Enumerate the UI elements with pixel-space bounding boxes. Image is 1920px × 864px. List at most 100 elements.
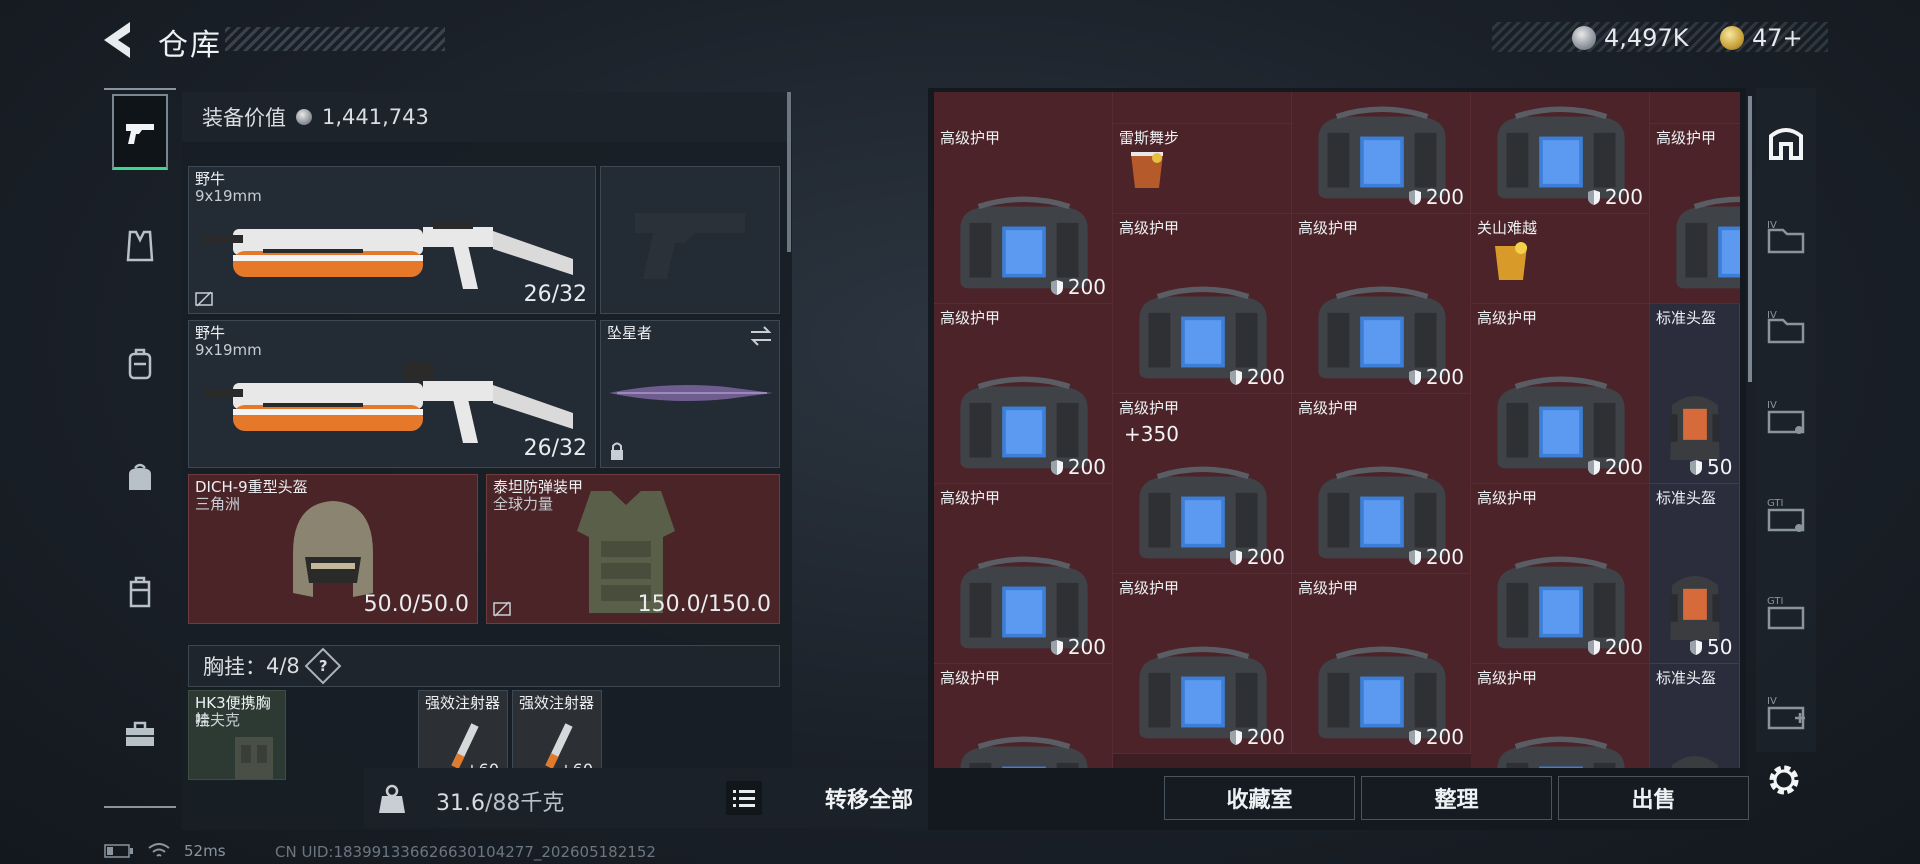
category-toolbox[interactable] bbox=[112, 696, 168, 772]
current-weight: 31.6 bbox=[436, 791, 485, 816]
container-iv-plus-icon: IV bbox=[1767, 696, 1805, 730]
chest-rig-brand: 哈夫克 bbox=[195, 711, 241, 729]
category-nav bbox=[104, 88, 176, 808]
item-name: 高级护甲 bbox=[940, 669, 1001, 687]
armor-brand: 全球力量 bbox=[493, 495, 554, 513]
helmet-slot[interactable]: DICH-9重型头盔 三角洲 50.0/50.0 bbox=[188, 474, 478, 624]
secondary-weapon-slot[interactable] bbox=[600, 166, 780, 314]
storage-item-armor[interactable]: 高级护甲 bbox=[934, 664, 1113, 768]
toolbox-icon bbox=[126, 721, 154, 746]
top-item-value: +350 bbox=[1124, 422, 1179, 446]
equipment-value-label: 装备价值 bbox=[202, 106, 286, 130]
silver-amount: 4,497K bbox=[1604, 24, 1689, 52]
equipment-panel: 装备价值 1,441,743 野牛 9x19mm 26/32 野牛 9x19mm bbox=[182, 92, 974, 830]
storage-actions: 收藏室 整理 出售 bbox=[1164, 776, 1749, 820]
svg-text:GTI: GTI bbox=[1767, 596, 1783, 607]
vest-icon bbox=[126, 230, 154, 262]
gold-currency[interactable]: 47+ bbox=[1720, 24, 1803, 52]
ammo-count: 26/32 bbox=[523, 436, 587, 461]
container-iv-icon: IV bbox=[1767, 400, 1805, 434]
lock-icon bbox=[611, 442, 623, 460]
settings-gear-icon[interactable] bbox=[1764, 760, 1804, 800]
silver-currency[interactable]: 4,497K bbox=[1572, 24, 1688, 52]
gold-coin-icon bbox=[1720, 26, 1744, 50]
weight-icon bbox=[379, 784, 405, 813]
collection-room-button[interactable]: 收藏室 bbox=[1164, 776, 1355, 820]
container-nav: IV IV IV GTI GTI IV bbox=[1756, 88, 1816, 752]
battery-icon bbox=[104, 844, 133, 858]
category-bag[interactable] bbox=[112, 440, 168, 516]
category-case[interactable] bbox=[112, 554, 168, 630]
bag-icon bbox=[129, 463, 151, 490]
list-view-button[interactable] bbox=[726, 781, 762, 815]
injector-name: 强效注射器 bbox=[425, 694, 501, 712]
svg-text:IV: IV bbox=[1767, 696, 1777, 707]
container-iv-icon: IV bbox=[1767, 310, 1805, 344]
help-icon[interactable]: ? bbox=[304, 647, 342, 685]
chest-rig-slot[interactable]: HK3便携胸挂 哈夫克 bbox=[188, 690, 286, 780]
melee-weapon-slot[interactable]: 坠星者 bbox=[600, 320, 780, 468]
storage-item-top[interactable] bbox=[934, 92, 1113, 128]
category-vest[interactable] bbox=[112, 208, 168, 284]
storage-grid: 高级护甲 200 高级护甲 200 高级护甲 200 高级护甲 雷斯舞步 高级护甲 200 高级护甲… bbox=[934, 92, 1740, 768]
equipment-scrollbar[interactable] bbox=[787, 92, 791, 252]
sell-button[interactable]: 出售 bbox=[1558, 776, 1749, 820]
chest-rig-bar: 胸挂： 4/8 ? bbox=[188, 645, 780, 687]
backpack-icon bbox=[128, 348, 152, 380]
organize-button[interactable]: 整理 bbox=[1361, 776, 1552, 820]
container-iv-icon: IV bbox=[1767, 220, 1805, 254]
item-value: 200 bbox=[1050, 455, 1106, 479]
page-title: 仓库 bbox=[158, 28, 222, 63]
storage-scrollbar[interactable] bbox=[1748, 96, 1752, 382]
storage-item-armor[interactable]: 高级护甲 200 bbox=[934, 304, 1113, 484]
chest-item-injector-2[interactable]: 强效注射器 +60 bbox=[512, 690, 602, 780]
gold-amount: 47+ bbox=[1752, 24, 1803, 52]
item-name: 高级护甲 bbox=[940, 309, 1001, 327]
armor-bag-image bbox=[949, 732, 1099, 768]
side-nav-container-6[interactable]: IV bbox=[1762, 688, 1810, 736]
side-nav-container-4[interactable]: GTI bbox=[1762, 490, 1810, 538]
home-icon bbox=[1769, 128, 1803, 160]
side-nav-container-5[interactable]: GTI bbox=[1762, 588, 1810, 636]
item-value: 200 bbox=[1050, 635, 1106, 659]
ping-value: 52ms bbox=[184, 842, 226, 860]
max-weight: /88千克 bbox=[484, 791, 565, 816]
pistol-icon bbox=[126, 123, 154, 144]
melee-name: 坠星者 bbox=[607, 324, 653, 342]
side-nav-container-1[interactable]: IV bbox=[1762, 212, 1810, 260]
container-gti-icon: GTI bbox=[1767, 498, 1805, 532]
side-nav-container-2[interactable]: IV bbox=[1762, 302, 1810, 350]
injector-name: 强效注射器 bbox=[519, 694, 595, 712]
weapon-name: 野牛 bbox=[195, 170, 226, 188]
chest-rig-count: 4/8 bbox=[266, 654, 300, 678]
unbound-icon bbox=[195, 291, 213, 307]
chest-rig-label: 胸挂： bbox=[203, 655, 266, 679]
title-decoration bbox=[225, 27, 445, 51]
side-nav-container-3[interactable]: IV bbox=[1762, 392, 1810, 440]
item-name: 高级护甲 bbox=[940, 129, 1001, 147]
svg-text:IV: IV bbox=[1767, 400, 1777, 411]
pistol-placeholder-icon bbox=[635, 213, 745, 279]
user-uid: CN UID:183991336626630104277_20260518215… bbox=[275, 843, 656, 861]
case-icon bbox=[129, 576, 151, 608]
back-arrow-icon[interactable] bbox=[100, 20, 144, 60]
item-value: 200 bbox=[1050, 275, 1106, 299]
side-nav-home[interactable] bbox=[1762, 118, 1810, 166]
category-weapons[interactable] bbox=[112, 94, 168, 170]
storage-item-armor[interactable]: 高级护甲 200 bbox=[934, 124, 1113, 304]
equipment-value: 1,441,743 bbox=[322, 105, 429, 129]
equipment-value-header: 装备价值 1,441,743 bbox=[182, 92, 792, 142]
wifi-icon bbox=[148, 843, 170, 857]
list-icon bbox=[733, 790, 755, 807]
chest-rig-image bbox=[235, 737, 273, 779]
status-bar: 52ms bbox=[104, 842, 226, 860]
chest-item-injector-1[interactable]: 强效注射器 +60 bbox=[418, 690, 508, 780]
primary-weapon-slot-1[interactable]: 野牛 9x19mm 26/32 bbox=[188, 166, 596, 314]
ammo-count: 26/32 bbox=[523, 282, 587, 307]
armor-slot[interactable]: 泰坦防弹装甲 全球力量 150.0/150.0 bbox=[486, 474, 780, 624]
category-backpack[interactable] bbox=[112, 326, 168, 402]
weapon-name: 野牛 bbox=[195, 324, 226, 342]
swap-icon[interactable] bbox=[749, 325, 773, 347]
primary-weapon-slot-2[interactable]: 野牛 9x19mm 26/32 bbox=[188, 320, 596, 468]
storage-item-armor[interactable]: 高级护甲 200 bbox=[934, 484, 1113, 664]
